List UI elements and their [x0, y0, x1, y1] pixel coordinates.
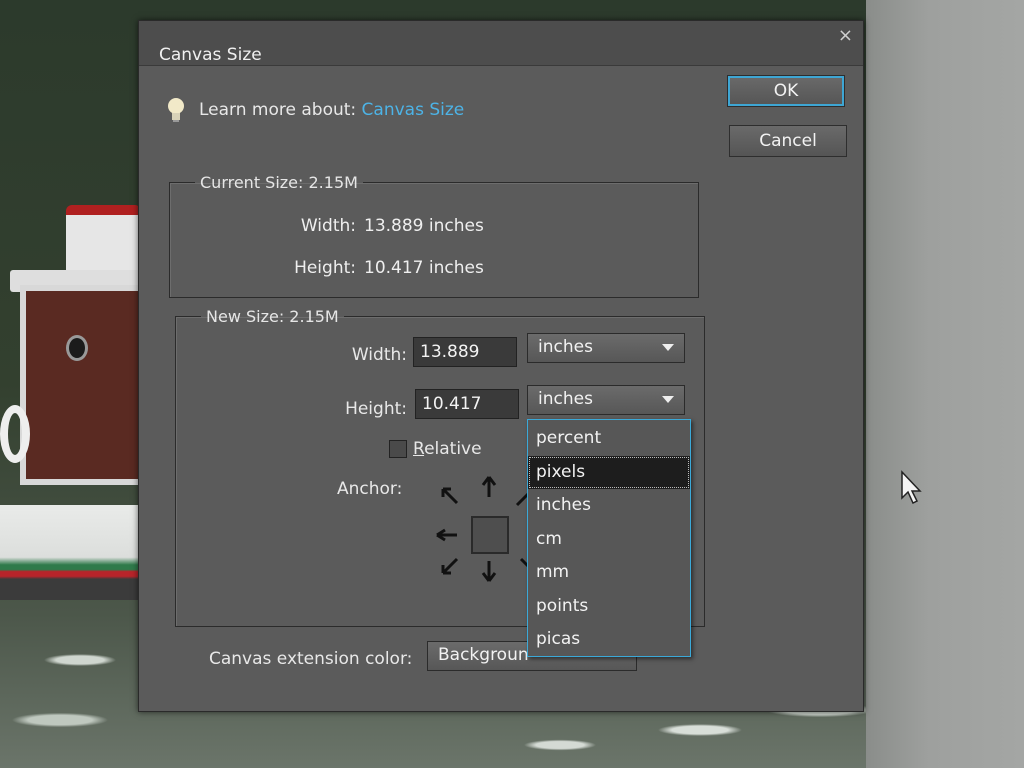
canvas-size-dialog: Canvas Size × Learn more about: Canvas S…: [138, 20, 864, 712]
unit-option-percent[interactable]: percent: [528, 422, 690, 456]
relative-label-mnemonic: R: [413, 439, 425, 459]
dialog-titlebar[interactable]: Canvas Size ×: [139, 21, 863, 66]
relative-checkbox[interactable]: [389, 440, 407, 458]
learn-more-prefix: Learn more about:: [199, 100, 357, 120]
close-icon[interactable]: ×: [838, 25, 853, 46]
height-unit-value: inches: [538, 389, 593, 409]
extension-color-label: Canvas extension color:: [209, 649, 413, 669]
anchor-center-cell[interactable]: [471, 516, 509, 554]
relative-row[interactable]: Relative: [389, 439, 482, 459]
new-size-legend: New Size: 2.15M: [206, 307, 339, 326]
unit-dropdown-list: percent pixels inches cm mm points picas: [527, 419, 691, 657]
current-height-label: Height:: [294, 258, 356, 278]
chevron-down-icon: [662, 396, 674, 403]
cancel-button[interactable]: Cancel: [729, 125, 847, 157]
arrow-up-left-icon[interactable]: [437, 483, 461, 507]
learn-more-link[interactable]: Canvas Size: [362, 100, 465, 120]
chevron-down-icon: [662, 344, 674, 351]
unit-option-picas[interactable]: picas: [528, 623, 690, 657]
current-size-legend: Current Size: 2.15M: [200, 173, 358, 192]
ok-button[interactable]: OK: [727, 75, 845, 107]
relative-label[interactable]: Relative: [413, 439, 482, 459]
unit-option-cm[interactable]: cm: [528, 523, 690, 557]
boat-cabin: [20, 285, 155, 485]
boat-porthole: [66, 335, 88, 361]
current-width-value: 13.889 inches: [364, 216, 484, 236]
current-height-row: Height: 10.417 inches: [256, 258, 484, 278]
current-width-label: Width:: [300, 216, 356, 236]
anchor-label: Anchor:: [337, 479, 403, 499]
height-input[interactable]: [415, 389, 519, 419]
width-unit-select[interactable]: inches: [527, 333, 685, 363]
workspace-panel: [866, 0, 1024, 768]
mouse-pointer-icon: [901, 470, 922, 505]
new-height-label: Height:: [345, 399, 407, 419]
current-size-group: Current Size: 2.15M Width: 13.889 inches …: [169, 173, 699, 298]
unit-option-points[interactable]: points: [528, 590, 690, 624]
unit-option-mm[interactable]: mm: [528, 556, 690, 590]
width-unit-value: inches: [538, 337, 593, 357]
arrow-down-icon[interactable]: [477, 559, 501, 583]
dialog-title: Canvas Size: [159, 45, 262, 65]
lightbulb-icon: [168, 98, 184, 122]
new-width-label: Width:: [351, 345, 407, 365]
arrow-down-left-icon[interactable]: [437, 555, 461, 579]
current-height-value: 10.417 inches: [364, 258, 484, 278]
height-unit-select[interactable]: inches: [527, 385, 685, 415]
arrow-up-icon[interactable]: [477, 475, 501, 499]
relative-label-rest: elative: [424, 439, 482, 459]
boat-lifering: [0, 405, 30, 463]
unit-option-pixels[interactable]: pixels: [528, 455, 690, 489]
unit-option-inches[interactable]: inches: [528, 489, 690, 523]
current-width-row: Width: 13.889 inches: [256, 216, 484, 236]
learn-more-row: Learn more about: Canvas Size: [167, 97, 464, 123]
width-input[interactable]: [413, 337, 517, 367]
learn-more-label: Learn more about: Canvas Size: [199, 100, 464, 120]
arrow-left-icon[interactable]: [435, 523, 459, 547]
